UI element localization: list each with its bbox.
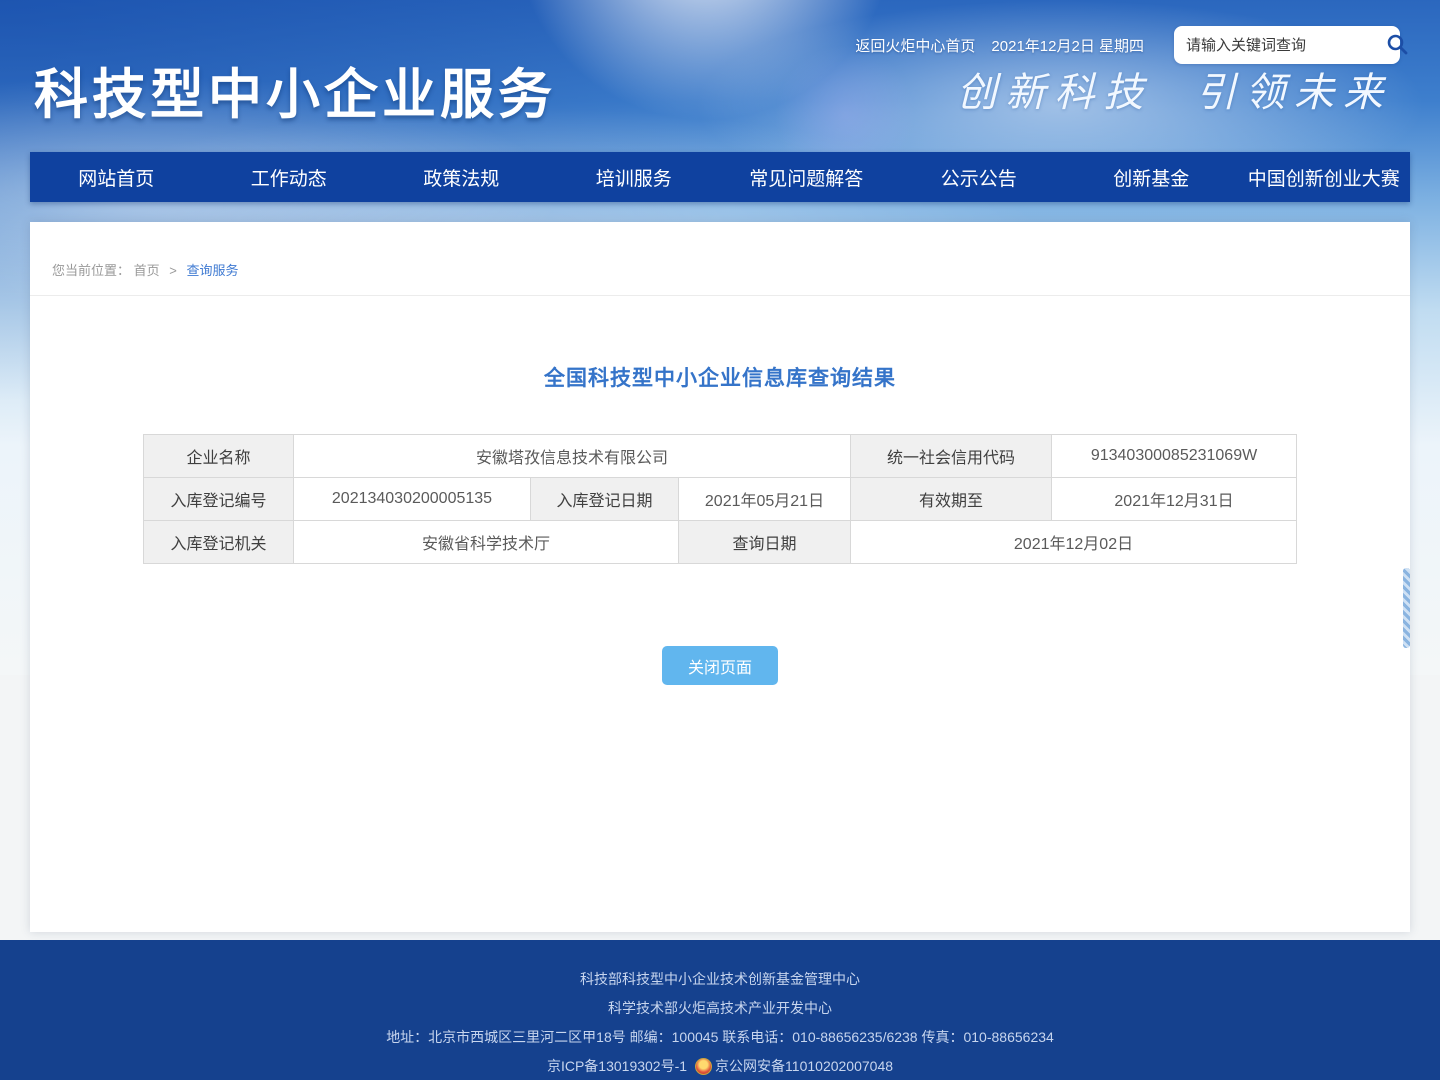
breadcrumb-separator: > [169,263,177,278]
security-record-link[interactable]: 京公网安备11010202007048 [715,1052,893,1080]
nav-item[interactable]: 公示公告 [893,152,1066,202]
breadcrumb: 您当前位置： 首页 > 查询服务 [30,222,1410,296]
table-row: 企业名称安徽塔孜信息技术有限公司统一社会信用代码9134030008523106… [143,435,1296,478]
footer-line: 科技部科技型中小企业技术创新基金管理中心 [0,965,1440,994]
nav-item[interactable]: 政策法规 [375,152,548,202]
footer-org-lines: 科技部科技型中小企业技术创新基金管理中心科学技术部火炬高技术产业开发中心地址：北… [0,965,1440,1052]
result-table: 企业名称安徽塔孜信息技术有限公司统一社会信用代码9134030008523106… [143,434,1297,564]
search-box [1174,26,1400,64]
breadcrumb-home-link[interactable]: 首页 [134,263,160,278]
scrollbar-thumb[interactable] [1403,568,1410,648]
nav-item[interactable]: 培训服务 [548,152,721,202]
page-footer: 科技部科技型中小企业技术创新基金管理中心科学技术部火炬高技术产业开发中心地址：北… [0,940,1440,1080]
table-value-cell: 91340300085231069W [1052,435,1297,478]
nav-item[interactable]: 中国创新创业大赛 [1238,152,1411,202]
table-value-cell: 安徽塔孜信息技术有限公司 [293,435,850,478]
police-badge-icon [695,1058,712,1075]
breadcrumb-prefix: 您当前位置： [52,263,130,278]
table-label-cell: 有效期至 [851,478,1052,521]
table-value-cell: 安徽省科学技术厅 [293,521,678,564]
table-value-cell: 202134030200005135 [293,478,530,521]
close-page-button[interactable]: 关闭页面 [662,646,778,685]
table-label-cell: 企业名称 [143,435,293,478]
breadcrumb-current-link[interactable]: 查询服务 [187,263,239,278]
table-value-cell: 2021年12月31日 [1052,478,1297,521]
nav-item[interactable]: 网站首页 [30,152,203,202]
result-table-body: 企业名称安徽塔孜信息技术有限公司统一社会信用代码9134030008523106… [143,435,1296,564]
footer-line: 地址：北京市西城区三里河二区甲18号 邮编：100045 联系电话：010-88… [0,1023,1440,1052]
search-button[interactable] [1385,30,1409,60]
site-logo[interactable]: 科技型中小企业服务 [34,50,556,129]
table-value-cell: 2021年12月02日 [851,521,1297,564]
table-row: 入库登记编号202134030200005135入库登记日期2021年05月21… [143,478,1296,521]
search-icon [1385,32,1409,59]
footer-line: 科学技术部火炬高技术产业开发中心 [0,994,1440,1023]
torch-center-home-link[interactable]: 返回火炬中心首页 [855,35,975,56]
nav-item[interactable]: 创新基金 [1065,152,1238,202]
nav-item[interactable]: 常见问题解答 [720,152,893,202]
table-label-cell: 入库登记日期 [530,478,678,521]
nav-item[interactable]: 工作动态 [203,152,376,202]
table-label-cell: 入库登记编号 [143,478,293,521]
table-row: 入库登记机关安徽省科学技术厅查询日期2021年12月02日 [143,521,1296,564]
icp-license-link[interactable]: 京ICP备13019302号-1 [547,1052,687,1080]
site-slogan: 创新科技 引领未来 [957,60,1392,118]
current-date: 2021年12月2日 星期四 [991,35,1144,56]
table-value-cell: 2021年05月21日 [678,478,850,521]
header-top-bar: 返回火炬中心首页 2021年12月2日 星期四 [855,26,1400,64]
content-card: 您当前位置： 首页 > 查询服务 全国科技型中小企业信息库查询结果 企业名称安徽… [30,222,1410,932]
page-title: 全国科技型中小企业信息库查询结果 [30,362,1410,392]
table-label-cell: 统一社会信用代码 [851,435,1052,478]
main-nav: 网站首页工作动态政策法规培训服务常见问题解答公示公告创新基金中国创新创业大赛 [30,152,1410,202]
search-input[interactable] [1186,37,1385,54]
table-label-cell: 查询日期 [678,521,850,564]
table-label-cell: 入库登记机关 [143,521,293,564]
